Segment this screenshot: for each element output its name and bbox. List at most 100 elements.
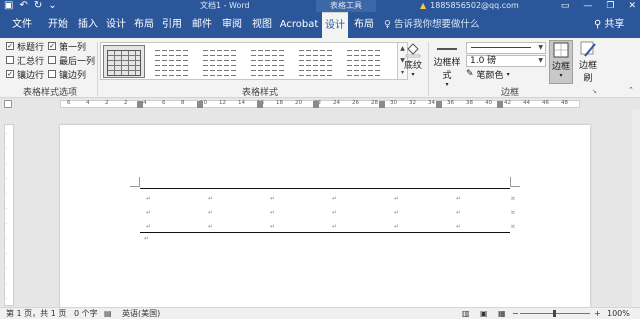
- zoom-out-button[interactable]: −: [512, 308, 519, 319]
- vertical-ruler-tick: ·: [6, 146, 8, 152]
- zoom-level[interactable]: 100%: [607, 308, 630, 319]
- table-style-plain-5[interactable]: [343, 45, 385, 78]
- table-cell[interactable]: ↵: [146, 223, 151, 230]
- page-margin-corner: [510, 177, 520, 187]
- chevron-down-icon: ▾: [559, 72, 563, 79]
- read-mode-icon[interactable]: ▥: [462, 308, 470, 319]
- language[interactable]: 英语(美国): [122, 308, 160, 319]
- table-cell[interactable]: ↵: [208, 209, 213, 216]
- vertical-scrollbar[interactable]: [632, 110, 640, 307]
- tell-me-text: 告诉我你想要做什么: [393, 19, 480, 30]
- table-style-plain-2[interactable]: [199, 45, 241, 78]
- table-cell[interactable]: ↵: [456, 209, 461, 216]
- quick-access-dropdown-icon[interactable]: ⌄: [48, 0, 56, 12]
- ruler-column-marker[interactable]: [379, 101, 385, 108]
- lightbulb-icon: ♀: [384, 19, 391, 30]
- border-styles-label: 边框样式: [433, 58, 461, 81]
- tab-file[interactable]: 文件: [8, 12, 36, 38]
- minimize-icon[interactable]: —: [583, 0, 592, 12]
- border-painter-button[interactable]: 边框刷: [575, 40, 601, 84]
- ruler-indent-marker[interactable]: [497, 101, 503, 108]
- ruler-column-marker[interactable]: [197, 101, 203, 108]
- checkbox-box: [48, 56, 56, 64]
- account-info[interactable]: ▲ 1885856502@qq.com: [420, 0, 519, 12]
- table-cell[interactable]: ↵: [394, 223, 399, 230]
- table-cell[interactable]: ↵: [146, 209, 151, 216]
- border-styles-button[interactable]: 边框样式 ▾: [430, 40, 464, 88]
- table-cell[interactable]: ↵: [456, 223, 461, 230]
- checkbox-header-row[interactable]: ✓ 标题行: [6, 40, 44, 53]
- person-icon: ⚲: [594, 19, 602, 30]
- table-cell[interactable]: ↵: [208, 195, 213, 202]
- page-count[interactable]: 第 1 页，共 1 页: [6, 308, 66, 319]
- tab-insert[interactable]: 插入: [76, 12, 100, 38]
- table-cell[interactable]: ↵: [332, 209, 337, 216]
- ruler-column-marker[interactable]: [436, 101, 442, 108]
- word-count[interactable]: 0 个字: [74, 308, 98, 319]
- tab-acrobat[interactable]: Acrobat: [279, 12, 319, 38]
- table-style-plain-4[interactable]: [295, 45, 337, 78]
- proofing-icon[interactable]: ▤: [104, 308, 112, 319]
- table-cell[interactable]: ↵: [270, 223, 275, 230]
- borders-button[interactable]: 边框 ▾: [549, 40, 573, 84]
- zoom-slider-thumb[interactable]: [553, 310, 556, 317]
- tab-review[interactable]: 审阅: [220, 12, 244, 38]
- chevron-down-icon: ▾: [445, 81, 449, 88]
- tab-home[interactable]: 开始: [44, 12, 72, 38]
- vertical-ruler-tick: ·: [6, 236, 8, 242]
- table-cell[interactable]: ↵: [332, 223, 337, 230]
- redo-icon[interactable]: ↻: [34, 0, 42, 12]
- tab-layout[interactable]: 布局: [132, 12, 156, 38]
- tab-mailings[interactable]: 邮件: [190, 12, 214, 38]
- dialog-launcher-icon[interactable]: ↘: [592, 88, 597, 95]
- ruler-column-marker[interactable]: [257, 101, 263, 108]
- table-cell[interactable]: ↵: [146, 195, 151, 202]
- checkbox-first-column[interactable]: ✓ 第一列: [48, 40, 86, 53]
- restore-icon[interactable]: ❐: [606, 0, 614, 12]
- undo-icon[interactable]: ↶: [19, 0, 27, 12]
- checkbox-label: 最后一列: [59, 56, 96, 67]
- print-layout-icon[interactable]: ▣: [480, 308, 488, 319]
- table-cell[interactable]: ↵: [394, 195, 399, 202]
- ruler-column-marker[interactable]: [313, 101, 319, 108]
- document-page[interactable]: ↵ ↵ ↵ ↵ ↵ ↵ ¤ ↵ ↵ ↵ ↵ ↵ ↵ ¤ ↵ ↵ ↵ ↵ ↵ ↵ ¤ ↵: [60, 125, 590, 307]
- chevron-down-icon: ▼: [538, 44, 543, 51]
- table-cell[interactable]: ↵: [208, 223, 213, 230]
- vertical-ruler-tick: ·: [6, 206, 8, 212]
- table-cell[interactable]: ↵: [332, 195, 337, 202]
- tab-view[interactable]: 视图: [250, 12, 274, 38]
- close-icon[interactable]: ✕: [628, 0, 636, 12]
- table-style-plain-3[interactable]: [247, 45, 289, 78]
- tab-references[interactable]: 引用: [160, 12, 184, 38]
- tell-me-box[interactable]: ♀ 告诉我你想要做什么: [384, 12, 479, 38]
- collapse-ribbon-icon[interactable]: ⌃: [628, 86, 634, 94]
- table-style-plain-1[interactable]: [151, 45, 193, 78]
- pen-color-button[interactable]: ✎ 笔颜色 ▾: [466, 68, 510, 81]
- pen-style-dropdown[interactable]: ▼: [466, 42, 546, 54]
- save-icon[interactable]: ▣: [4, 0, 13, 12]
- pen-weight-dropdown[interactable]: 1.0 磅 ▼: [466, 55, 546, 67]
- checkbox-banded-rows[interactable]: ✓ 镶边行: [6, 68, 44, 81]
- table-style-grid[interactable]: [103, 45, 145, 78]
- ribbon-display-options-icon[interactable]: ▭: [561, 0, 570, 12]
- checkbox-last-column[interactable]: 最后一列: [48, 54, 96, 67]
- tab-table-layout[interactable]: 布局: [351, 12, 377, 38]
- checkbox-total-row[interactable]: 汇总行: [6, 54, 44, 67]
- tab-design[interactable]: 设计: [104, 12, 128, 38]
- table-cell[interactable]: ↵: [270, 209, 275, 216]
- vertical-ruler[interactable]: · · · · · · · · · · · ·: [4, 124, 14, 306]
- ruler-strip[interactable]: 6422468101214161820222426283032343638404…: [60, 100, 580, 108]
- checkbox-banded-columns[interactable]: 镶边列: [48, 68, 86, 81]
- ruler-indent-marker[interactable]: [137, 101, 143, 108]
- ruler-number: 14: [238, 100, 245, 106]
- tab-selector-icon[interactable]: [4, 100, 12, 108]
- ribbon: ✓ 标题行 ✓ 第一列 汇总行 最后一列 ✓ 镶边行 镶边列 表格样式选项 ▲ …: [0, 38, 640, 98]
- web-layout-icon[interactable]: ▦: [498, 308, 506, 319]
- tab-table-design[interactable]: 设计: [322, 12, 348, 38]
- zoom-in-button[interactable]: +: [594, 308, 601, 319]
- share-button[interactable]: ⚲ 共享: [594, 12, 624, 38]
- table-cell[interactable]: ↵: [270, 195, 275, 202]
- table-cell[interactable]: ↵: [394, 209, 399, 216]
- shading-button[interactable]: 底纹 ▾: [401, 40, 425, 80]
- table-cell[interactable]: ↵: [456, 195, 461, 202]
